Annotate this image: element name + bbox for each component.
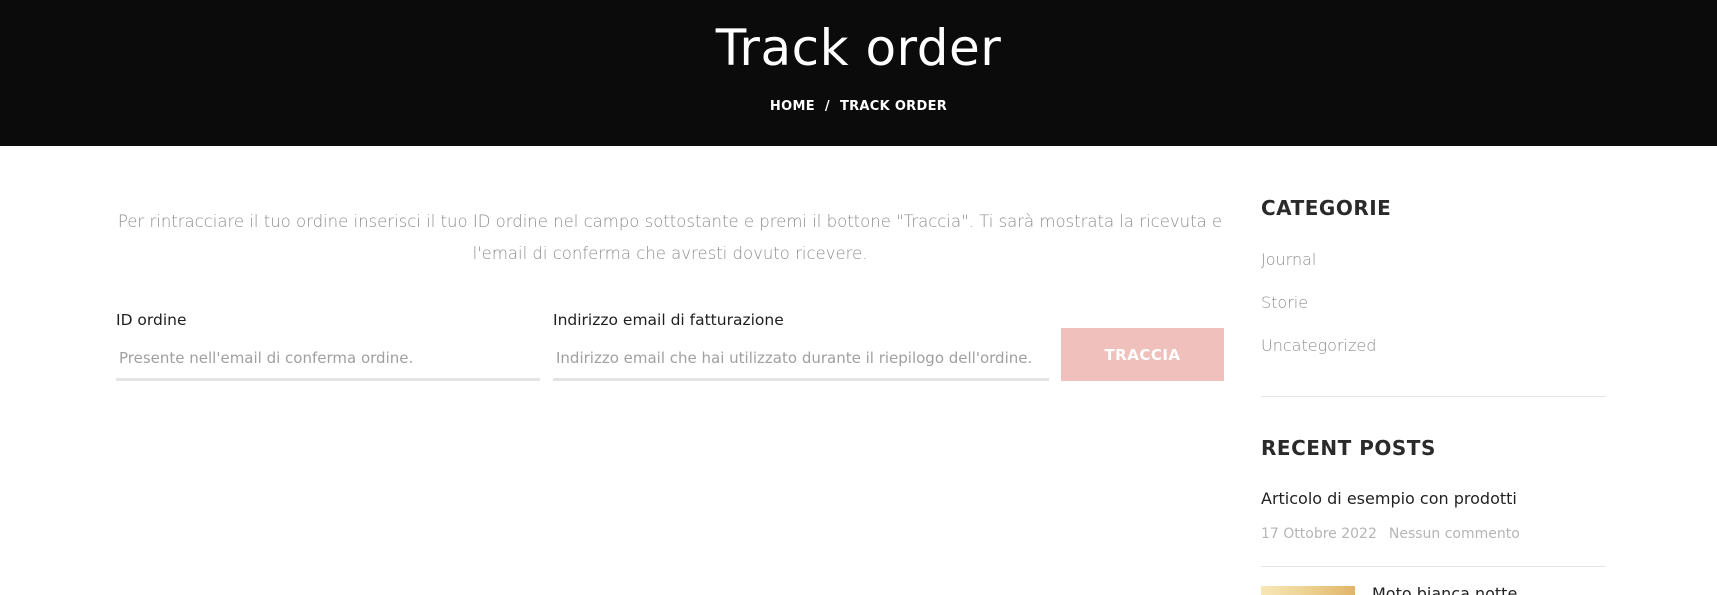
- recent-post-divider: [1261, 566, 1606, 567]
- billing-email-label: Indirizzo email di fatturazione: [553, 311, 784, 329]
- recent-post-title[interactable]: Articolo di esempio con prodotti: [1261, 488, 1517, 510]
- post-comments-count[interactable]: Nessun commento: [1389, 526, 1520, 542]
- category-link-journal[interactable]: Journal: [1261, 249, 1316, 271]
- page-title: Track order: [715, 19, 1002, 77]
- order-id-label: ID ordine: [116, 311, 187, 329]
- order-id-input[interactable]: [116, 337, 540, 381]
- categories-heading: CATEGORIE: [1261, 196, 1392, 220]
- recent-posts-heading: RECENT POSTS: [1261, 436, 1436, 460]
- breadcrumb-current: TRACK ORDER: [839, 99, 948, 114]
- track-order-instructions: Per rintracciare il tuo ordine inserisci…: [117, 212, 1223, 263]
- recent-post-thumbnail[interactable]: [1261, 586, 1355, 595]
- post-date: 17 Ottobre 2022: [1261, 526, 1377, 542]
- breadcrumb: HOME / TRACK ORDER: [0, 98, 1717, 116]
- page-header: Track order HOME / TRACK ORDER: [0, 0, 1717, 146]
- track-button[interactable]: TRACCIA: [1061, 328, 1224, 381]
- category-link-storie[interactable]: Storie: [1261, 292, 1308, 314]
- breadcrumb-separator: /: [824, 99, 830, 114]
- sidebar-divider: [1261, 396, 1606, 397]
- breadcrumb-home-link[interactable]: HOME: [770, 98, 815, 116]
- recent-post-meta: 17 Ottobre 2022 Nessun commento: [1261, 524, 1520, 544]
- category-link-uncategorized[interactable]: Uncategorized: [1261, 335, 1376, 357]
- billing-email-input[interactable]: [553, 337, 1049, 381]
- recent-post-title-2[interactable]: Moto bianca notte: [1372, 583, 1517, 595]
